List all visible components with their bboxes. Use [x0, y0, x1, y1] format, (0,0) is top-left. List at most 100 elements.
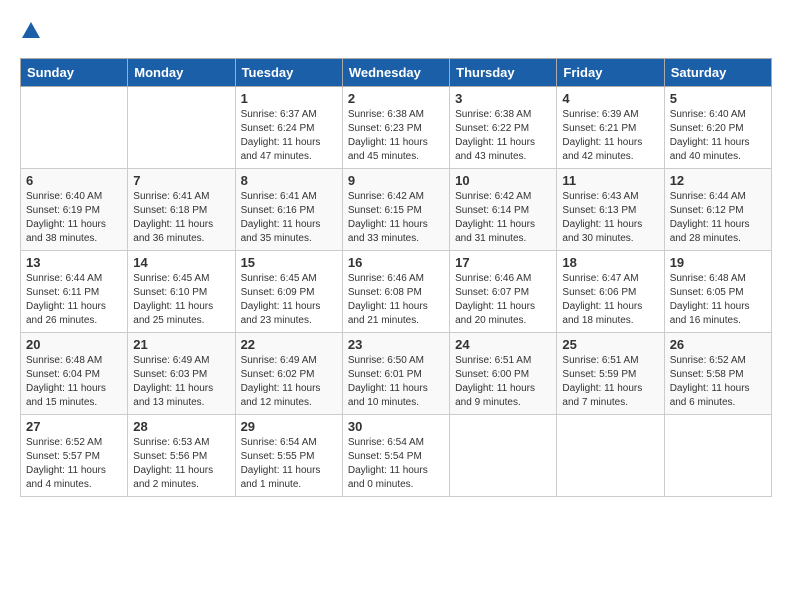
day-info: Sunrise: 6:51 AM Sunset: 5:59 PM Dayligh… — [562, 354, 658, 410]
day-number: 11 — [562, 173, 658, 188]
calendar-week-row: 1 Sunrise: 6:37 AM Sunset: 6:24 PM Daylig… — [21, 87, 772, 169]
day-number: 8 — [241, 173, 337, 188]
day-info: Sunrise: 6:41 AM Sunset: 6:18 PM Dayligh… — [133, 190, 229, 246]
day-info: Sunrise: 6:49 AM Sunset: 6:03 PM Dayligh… — [133, 354, 229, 410]
calendar-cell: 11 Sunrise: 6:43 AM Sunset: 6:13 PM Dayli… — [557, 169, 664, 251]
calendar-cell: 28 Sunrise: 6:53 AM Sunset: 5:56 PM Dayli… — [128, 415, 235, 497]
day-info: Sunrise: 6:48 AM Sunset: 6:05 PM Dayligh… — [670, 272, 766, 328]
logo — [20, 20, 46, 42]
day-info: Sunrise: 6:44 AM Sunset: 6:12 PM Dayligh… — [670, 190, 766, 246]
calendar-cell: 20 Sunrise: 6:48 AM Sunset: 6:04 PM Dayli… — [21, 333, 128, 415]
calendar-week-row: 20 Sunrise: 6:48 AM Sunset: 6:04 PM Dayli… — [21, 333, 772, 415]
day-info: Sunrise: 6:47 AM Sunset: 6:06 PM Dayligh… — [562, 272, 658, 328]
calendar-cell: 8 Sunrise: 6:41 AM Sunset: 6:16 PM Daylig… — [235, 169, 342, 251]
day-info: Sunrise: 6:53 AM Sunset: 5:56 PM Dayligh… — [133, 436, 229, 492]
calendar-cell: 15 Sunrise: 6:45 AM Sunset: 6:09 PM Dayli… — [235, 251, 342, 333]
calendar-cell: 3 Sunrise: 6:38 AM Sunset: 6:22 PM Daylig… — [450, 87, 557, 169]
day-number: 5 — [670, 91, 766, 106]
calendar-cell: 5Sunrise: 6:40 AM Sunset: 6:20 PM Daylig… — [664, 87, 771, 169]
day-info: Sunrise: 6:45 AM Sunset: 6:10 PM Dayligh… — [133, 272, 229, 328]
calendar-cell: 23Sunrise: 6:50 AM Sunset: 6:01 PM Dayli… — [342, 333, 449, 415]
day-info: Sunrise: 6:38 AM Sunset: 6:23 PM Dayligh… — [348, 108, 444, 164]
day-number: 10 — [455, 173, 551, 188]
day-info: Sunrise: 6:45 AM Sunset: 6:09 PM Dayligh… — [241, 272, 337, 328]
day-number: 4 — [562, 91, 658, 106]
day-of-week-header: Saturday — [664, 59, 771, 87]
calendar-week-row: 13 Sunrise: 6:44 AM Sunset: 6:11 PM Dayli… — [21, 251, 772, 333]
calendar-cell: 17 Sunrise: 6:46 AM Sunset: 6:07 PM Dayli… — [450, 251, 557, 333]
calendar-body: 1 Sunrise: 6:37 AM Sunset: 6:24 PM Daylig… — [21, 87, 772, 497]
day-number: 19 — [670, 255, 766, 270]
day-number: 29 — [241, 419, 337, 434]
day-of-week-header: Sunday — [21, 59, 128, 87]
day-info: Sunrise: 6:46 AM Sunset: 6:07 PM Dayligh… — [455, 272, 551, 328]
calendar-week-row: 27Sunrise: 6:52 AM Sunset: 5:57 PM Dayli… — [21, 415, 772, 497]
day-number: 21 — [133, 337, 229, 352]
calendar-cell: 4 Sunrise: 6:39 AM Sunset: 6:21 PM Daylig… — [557, 87, 664, 169]
day-info: Sunrise: 6:49 AM Sunset: 6:02 PM Dayligh… — [241, 354, 337, 410]
day-info: Sunrise: 6:41 AM Sunset: 6:16 PM Dayligh… — [241, 190, 337, 246]
calendar-cell: 18 Sunrise: 6:47 AM Sunset: 6:06 PM Dayli… — [557, 251, 664, 333]
calendar-cell — [450, 415, 557, 497]
day-of-week-header: Wednesday — [342, 59, 449, 87]
day-number: 20 — [26, 337, 122, 352]
calendar-cell: 22 Sunrise: 6:49 AM Sunset: 6:02 PM Dayli… — [235, 333, 342, 415]
header — [20, 20, 772, 42]
calendar-cell — [557, 415, 664, 497]
calendar-cell: 7 Sunrise: 6:41 AM Sunset: 6:18 PM Daylig… — [128, 169, 235, 251]
day-info: Sunrise: 6:54 AM Sunset: 5:54 PM Dayligh… — [348, 436, 444, 492]
day-number: 2 — [348, 91, 444, 106]
calendar-cell: 30Sunrise: 6:54 AM Sunset: 5:54 PM Dayli… — [342, 415, 449, 497]
day-info: Sunrise: 6:42 AM Sunset: 6:15 PM Dayligh… — [348, 190, 444, 246]
day-number: 14 — [133, 255, 229, 270]
day-of-week-header: Friday — [557, 59, 664, 87]
day-info: Sunrise: 6:40 AM Sunset: 6:19 PM Dayligh… — [26, 190, 122, 246]
calendar-cell: 13 Sunrise: 6:44 AM Sunset: 6:11 PM Dayli… — [21, 251, 128, 333]
day-info: Sunrise: 6:51 AM Sunset: 6:00 PM Dayligh… — [455, 354, 551, 410]
day-number: 1 — [241, 91, 337, 106]
day-number: 6 — [26, 173, 122, 188]
day-number: 18 — [562, 255, 658, 270]
calendar-cell: 12 Sunrise: 6:44 AM Sunset: 6:12 PM Dayli… — [664, 169, 771, 251]
calendar-cell: 24Sunrise: 6:51 AM Sunset: 6:00 PM Dayli… — [450, 333, 557, 415]
day-number: 12 — [670, 173, 766, 188]
calendar-cell — [664, 415, 771, 497]
day-number: 17 — [455, 255, 551, 270]
day-of-week-header: Thursday — [450, 59, 557, 87]
calendar-cell: 27Sunrise: 6:52 AM Sunset: 5:57 PM Dayli… — [21, 415, 128, 497]
day-info: Sunrise: 6:48 AM Sunset: 6:04 PM Dayligh… — [26, 354, 122, 410]
day-info: Sunrise: 6:39 AM Sunset: 6:21 PM Dayligh… — [562, 108, 658, 164]
calendar-cell: 29 Sunrise: 6:54 AM Sunset: 5:55 PM Dayli… — [235, 415, 342, 497]
day-info: Sunrise: 6:50 AM Sunset: 6:01 PM Dayligh… — [348, 354, 444, 410]
day-number: 7 — [133, 173, 229, 188]
day-number: 3 — [455, 91, 551, 106]
day-number: 22 — [241, 337, 337, 352]
calendar-cell: 14 Sunrise: 6:45 AM Sunset: 6:10 PM Dayli… — [128, 251, 235, 333]
day-info: Sunrise: 6:37 AM Sunset: 6:24 PM Dayligh… — [241, 108, 337, 164]
calendar-cell: 10Sunrise: 6:42 AM Sunset: 6:14 PM Dayli… — [450, 169, 557, 251]
calendar-cell — [128, 87, 235, 169]
day-info: Sunrise: 6:52 AM Sunset: 5:57 PM Dayligh… — [26, 436, 122, 492]
calendar-cell: 19 Sunrise: 6:48 AM Sunset: 6:05 PM Dayli… — [664, 251, 771, 333]
day-info: Sunrise: 6:52 AM Sunset: 5:58 PM Dayligh… — [670, 354, 766, 410]
day-info: Sunrise: 6:43 AM Sunset: 6:13 PM Dayligh… — [562, 190, 658, 246]
day-number: 13 — [26, 255, 122, 270]
day-number: 28 — [133, 419, 229, 434]
day-info: Sunrise: 6:44 AM Sunset: 6:11 PM Dayligh… — [26, 272, 122, 328]
calendar-cell: 21 Sunrise: 6:49 AM Sunset: 6:03 PM Dayli… — [128, 333, 235, 415]
calendar-cell — [21, 87, 128, 169]
day-of-week-header: Monday — [128, 59, 235, 87]
day-number: 16 — [348, 255, 444, 270]
calendar-cell: 25Sunrise: 6:51 AM Sunset: 5:59 PM Dayli… — [557, 333, 664, 415]
day-number: 15 — [241, 255, 337, 270]
day-info: Sunrise: 6:54 AM Sunset: 5:55 PM Dayligh… — [241, 436, 337, 492]
calendar-table: SundayMondayTuesdayWednesdayThursdayFrid… — [20, 58, 772, 497]
calendar-cell: 26Sunrise: 6:52 AM Sunset: 5:58 PM Dayli… — [664, 333, 771, 415]
calendar-cell: 1 Sunrise: 6:37 AM Sunset: 6:24 PM Daylig… — [235, 87, 342, 169]
logo-icon — [20, 20, 42, 42]
day-info: Sunrise: 6:38 AM Sunset: 6:22 PM Dayligh… — [455, 108, 551, 164]
calendar-cell: 9 Sunrise: 6:42 AM Sunset: 6:15 PM Daylig… — [342, 169, 449, 251]
day-of-week-header: Tuesday — [235, 59, 342, 87]
calendar-cell: 6 Sunrise: 6:40 AM Sunset: 6:19 PM Daylig… — [21, 169, 128, 251]
day-number: 9 — [348, 173, 444, 188]
